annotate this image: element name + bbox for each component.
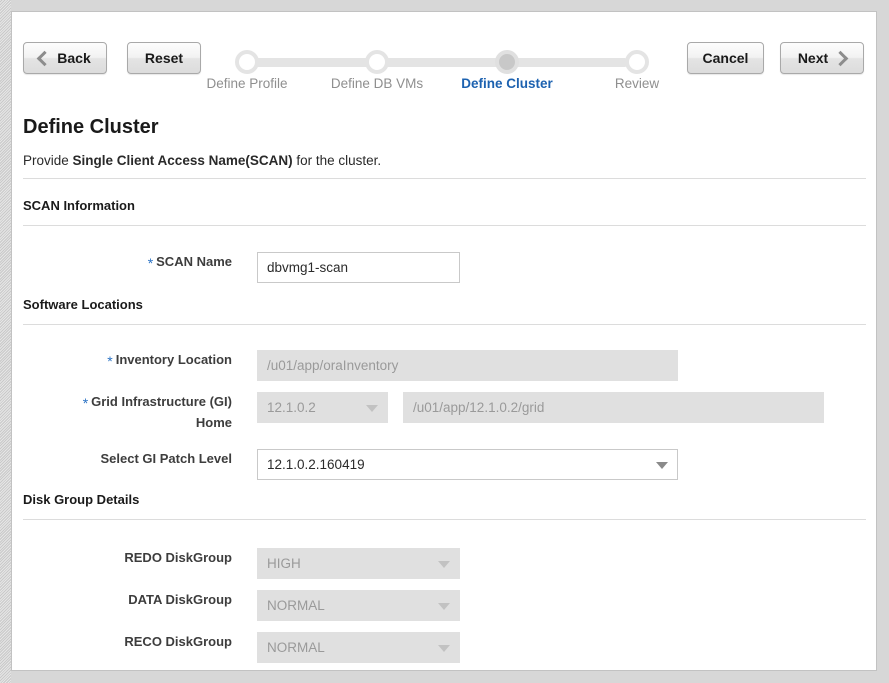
reco-diskgroup-label: RECO DiskGroup	[124, 634, 232, 649]
section-heading-scan-information: SCAN Information	[23, 198, 135, 213]
stepper-step-label: Define Cluster	[461, 76, 553, 91]
next-button[interactable]: Next	[780, 42, 864, 74]
page-subtitle: Provide Single Client Access Name(SCAN) …	[23, 153, 381, 168]
form-row-gi-patch-level: Select GI Patch Level 12.1.0.2.160419	[12, 449, 876, 481]
inventory-location-label: * Inventory Location	[107, 352, 232, 369]
cancel-button[interactable]: Cancel	[687, 42, 764, 74]
redo-diskgroup-dropdown: HIGH	[257, 548, 460, 579]
gi-home-path-input: /u01/app/12.1.0.2/grid	[403, 392, 824, 423]
page-subtitle-prefix: Provide	[23, 153, 69, 168]
required-asterisk: *	[147, 255, 154, 271]
chevron-down-icon	[656, 461, 668, 469]
inventory-location-input: /u01/app/oraInventory	[257, 350, 678, 381]
chevron-right-icon	[832, 50, 849, 66]
reset-button[interactable]: Reset	[127, 42, 201, 74]
chevron-down-icon	[438, 602, 450, 610]
step-node-icon	[365, 50, 389, 74]
stepper-step-label: Define Profile	[206, 76, 288, 91]
form-row-inventory-location: * Inventory Location /u01/app/oraInventor…	[12, 350, 876, 382]
wizard-stepper: Define Profile Define DB VMs Define Clus…	[206, 50, 659, 96]
stepper-track	[236, 58, 629, 67]
data-diskgroup-value: NORMAL	[267, 598, 325, 613]
required-asterisk: *	[107, 353, 113, 369]
gi-patch-level-dropdown[interactable]: 12.1.0.2.160419	[257, 449, 678, 480]
gi-home-label: * Grid Infrastructure (GI) Home	[82, 394, 232, 430]
scan-name-value: dbvmg1-scan	[267, 260, 349, 275]
page-title: Define Cluster	[23, 116, 159, 138]
wizard-toolbar: Back Reset Cancel Next Define Profile De…	[12, 12, 876, 98]
gi-patch-level-value: 12.1.0.2.160419	[267, 457, 365, 472]
chevron-down-icon	[438, 560, 450, 568]
data-diskgroup-dropdown: NORMAL	[257, 590, 460, 621]
back-button[interactable]: Back	[23, 42, 107, 74]
chevron-down-icon	[366, 404, 378, 412]
step-node-icon	[625, 50, 649, 74]
back-button-label: Back	[57, 50, 91, 66]
gi-patch-level-label: Select GI Patch Level	[100, 451, 232, 466]
redo-diskgroup-label: REDO DiskGroup	[124, 550, 232, 565]
page-subtitle-suffix: for the cluster.	[296, 153, 382, 168]
stepper-step-label: Define DB VMs	[330, 76, 424, 91]
reco-diskgroup-value: NORMAL	[267, 640, 325, 655]
chevron-left-icon	[36, 50, 53, 66]
gi-home-path-value: /u01/app/12.1.0.2/grid	[413, 400, 545, 415]
form-row-gi-home: * Grid Infrastructure (GI) Home 12.1.0.2 …	[12, 392, 876, 442]
divider	[23, 324, 866, 325]
inventory-location-value: /u01/app/oraInventory	[267, 358, 399, 373]
scan-name-input[interactable]: dbvmg1-scan	[257, 252, 460, 283]
reco-diskgroup-dropdown: NORMAL	[257, 632, 460, 663]
divider	[23, 225, 866, 226]
cancel-button-label: Cancel	[702, 50, 749, 66]
form-row-scan-name: * SCAN Name dbvmg1-scan	[12, 252, 876, 284]
step-node-icon	[495, 50, 519, 74]
stepper-step-label: Review	[614, 76, 660, 91]
step-node-icon	[235, 50, 259, 74]
window-frame: Back Reset Cancel Next Define Profile De…	[0, 0, 889, 683]
divider	[23, 178, 866, 179]
gi-version-value: 12.1.0.2	[267, 400, 316, 415]
chevron-down-icon	[438, 644, 450, 652]
form-row-data-diskgroup: DATA DiskGroup NORMAL	[12, 590, 876, 622]
divider	[23, 519, 866, 520]
next-button-label: Next	[797, 50, 829, 66]
section-heading-disk-group-details: Disk Group Details	[23, 492, 140, 507]
data-diskgroup-label: DATA DiskGroup	[128, 592, 232, 607]
gi-version-dropdown: 12.1.0.2	[257, 392, 388, 423]
form-row-reco-diskgroup: RECO DiskGroup NORMAL	[12, 632, 876, 664]
section-heading-software-locations: Software Locations	[23, 297, 143, 312]
scan-name-label: * SCAN Name	[147, 254, 232, 271]
form-row-redo-diskgroup: REDO DiskGroup HIGH	[12, 548, 876, 580]
required-asterisk: *	[82, 395, 89, 411]
page-subtitle-emphasis: Single Client Access Name(SCAN)	[72, 153, 293, 168]
wizard-panel: Back Reset Cancel Next Define Profile De…	[11, 11, 877, 671]
reset-button-label: Reset	[144, 50, 184, 66]
redo-diskgroup-value: HIGH	[267, 556, 301, 571]
